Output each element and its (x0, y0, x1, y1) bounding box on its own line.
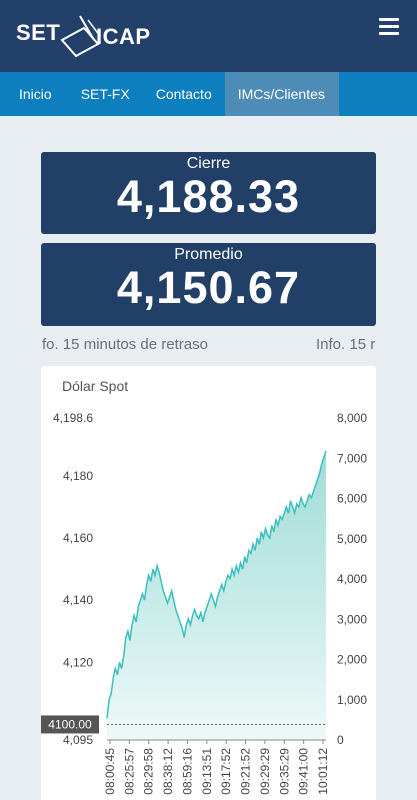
area-fill (107, 450, 326, 740)
y-left-tick-label: 4,180 (63, 469, 93, 483)
y-right-tick-label: 7,000 (337, 451, 367, 465)
logo-set-text: SET (16, 20, 61, 45)
set-icap-logo[interactable]: SET ICAP (16, 14, 156, 58)
logo-icap-text: ICAP (96, 24, 151, 49)
x-tick-label: 10:01:12 (316, 748, 330, 795)
x-tick-label: 09:13:51 (200, 748, 214, 795)
y-right-tick-label: 8,000 (337, 411, 367, 425)
nav-item-imcs-clientes[interactable]: IMCs/Clientes (224, 72, 339, 116)
nav-item-contacto[interactable]: Contacto (143, 72, 225, 116)
hamburger-menu-button[interactable] (379, 18, 399, 36)
y-right-tick-label: 6,000 (337, 492, 367, 506)
cierre-value: 4,188.33 (116, 171, 301, 222)
promedio-value: 4,150.67 (116, 262, 301, 313)
y-right-tick-label: 1,000 (337, 693, 367, 707)
x-tick-label: 08:38:12 (161, 748, 175, 795)
y-right-tick-label: 0 (337, 733, 344, 747)
y-left-tick-label: 4,160 (63, 531, 93, 545)
y-right-tick-label: 2,000 (337, 653, 367, 667)
reference-label: 4100.00 (48, 717, 92, 731)
y-left-tick-label: 4,095 (63, 733, 93, 747)
dolar-spot-chart[interactable]: 4,198.6 4,180 4,160 4,140 4,120 4,095 8,000 7,0… (41, 366, 376, 800)
promedio-label: Promedio (174, 246, 243, 263)
app-header: SET ICAP (0, 0, 417, 72)
delay-ticker: fo. 15 minutos de retraso Info. 15 r (0, 334, 417, 356)
x-tick-label: 09:29:29 (258, 748, 272, 795)
x-tick-label: 09:17:52 (219, 748, 233, 795)
main-nav: Inicio SET-FX Contacto IMCs/Clientes (0, 72, 417, 116)
y-left-tick-label: 4,140 (63, 593, 93, 607)
x-tick-label: 08:29:58 (142, 748, 156, 795)
promedio-card: Promedio 4,150.67 (41, 243, 376, 326)
y-left-tick-label: 4,198.6 (53, 411, 93, 425)
hamburger-icon (379, 18, 399, 21)
x-tick-label: 09:35:29 (277, 748, 291, 795)
x-tick-label: 08:00:45 (103, 748, 117, 795)
nav-item-set-fx[interactable]: SET-FX (68, 72, 143, 116)
y-right-tick-label: 4,000 (337, 572, 367, 586)
dolar-spot-chart-card: Dólar Spot 4,198.6 4,180 4,160 4,140 4,120 4,… (41, 366, 376, 800)
x-tick-label: 08:25:57 (122, 748, 136, 795)
cierre-label: Cierre (186, 155, 231, 172)
nav-item-inicio[interactable]: Inicio (0, 72, 68, 116)
ticker-text: fo. 15 minutos de retraso (42, 336, 208, 353)
x-tick-label: 09:21:52 (239, 748, 253, 795)
y-left-tick-label: 4,120 (63, 655, 93, 669)
x-tick-label: 08:59:16 (180, 748, 194, 795)
y-right-tick-label: 3,000 (337, 612, 367, 626)
cierre-card: Cierre 4,188.33 (41, 152, 376, 234)
y-right-tick-label: 5,000 (337, 532, 367, 546)
ticker-text-repeat: Info. 15 r (316, 336, 376, 353)
x-tick-label: 09:41:00 (297, 748, 311, 795)
